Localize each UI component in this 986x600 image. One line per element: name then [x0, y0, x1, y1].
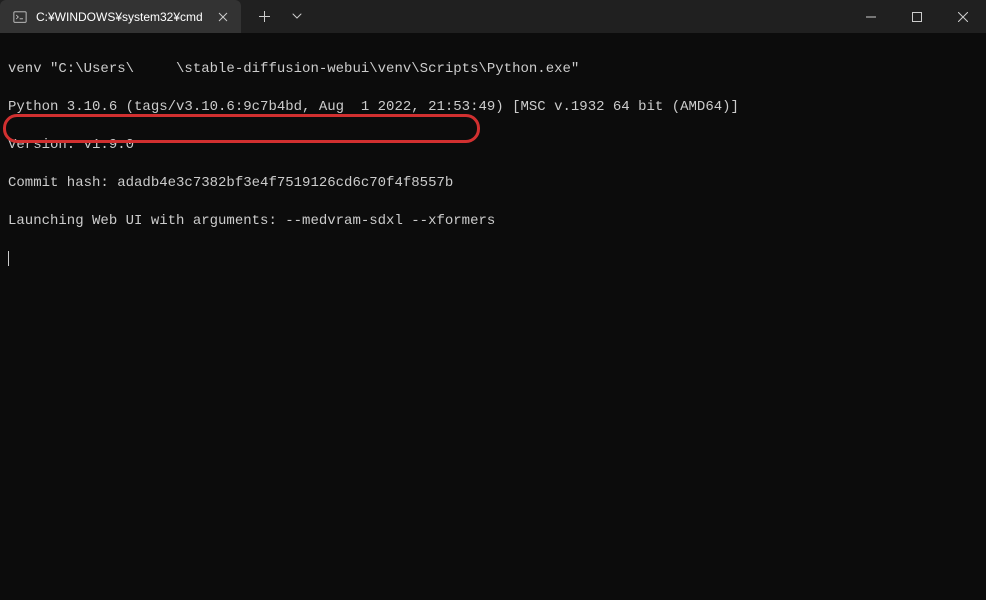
tabs-dropdown-button[interactable]: [285, 4, 309, 28]
terminal-content[interactable]: venv "C:\Users\ \stable-diffusion-webui\…: [0, 33, 986, 315]
terminal-line: Launching Web UI with arguments: --medvr…: [8, 212, 978, 231]
terminal-icon: [12, 9, 28, 25]
tabs-area: C:¥WINDOWS¥system32¥cmd: [0, 0, 309, 33]
tab-close-button[interactable]: [215, 9, 231, 25]
terminal-line: Version: v1.9.0: [8, 136, 978, 155]
terminal-line: Python 3.10.6 (tags/v3.10.6:9c7b4bd, Aug…: [8, 98, 978, 117]
tab-cmd[interactable]: C:¥WINDOWS¥system32¥cmd: [0, 0, 241, 33]
maximize-button[interactable]: [894, 0, 940, 33]
new-tab-button[interactable]: [249, 4, 281, 28]
minimize-button[interactable]: [848, 0, 894, 33]
terminal-line: Commit hash: adadb4e3c7382bf3e4f7519126c…: [8, 174, 978, 193]
close-window-button[interactable]: [940, 0, 986, 33]
text-cursor: [8, 251, 9, 266]
window-titlebar: C:¥WINDOWS¥system32¥cmd: [0, 0, 986, 33]
tab-title: C:¥WINDOWS¥system32¥cmd: [36, 10, 203, 24]
cursor-line: [8, 250, 978, 269]
window-controls: [848, 0, 986, 33]
terminal-line: venv "C:\Users\ \stable-diffusion-webui\…: [8, 60, 978, 79]
